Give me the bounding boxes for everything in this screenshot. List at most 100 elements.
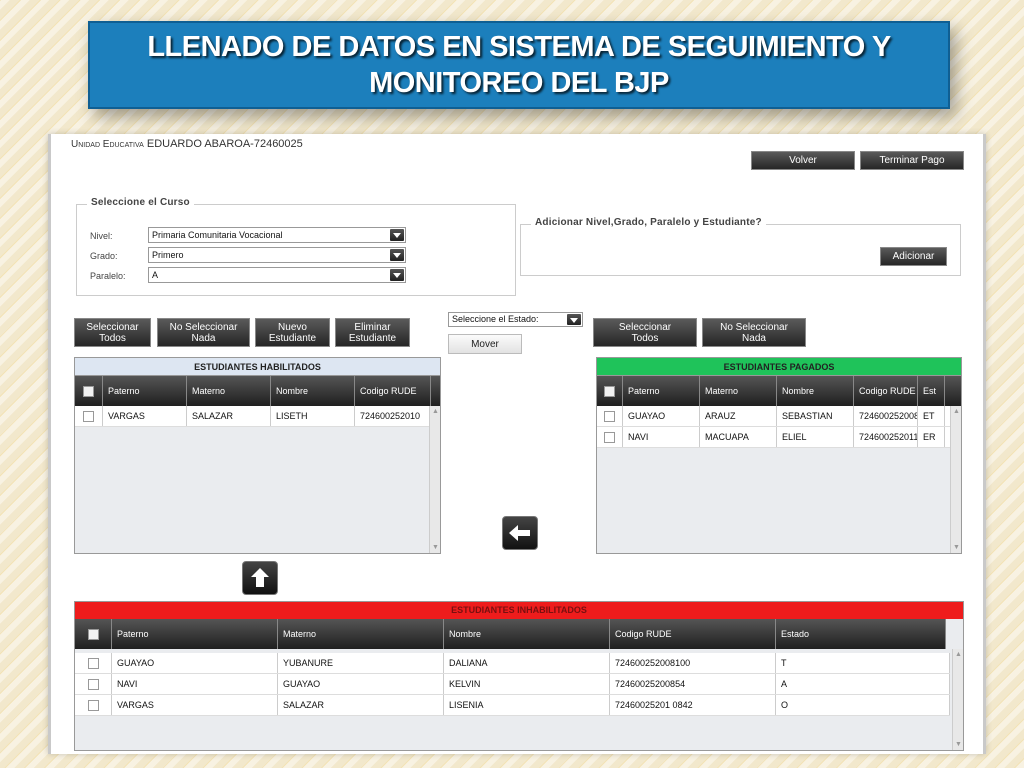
cell-codigo-rude: 724600252011 (854, 427, 918, 447)
checkbox-icon[interactable] (83, 385, 94, 397)
row-checkbox-cell[interactable] (597, 427, 623, 447)
nivel-select[interactable]: Primaria Comunitaria Vocacional (148, 227, 406, 243)
col-paterno[interactable]: Paterno (103, 376, 187, 406)
enabled-students-panel: ESTUDIANTES HABILITADOS Paterno Materno … (74, 357, 441, 554)
slide-title-line-2: MONITOREO DEL BJP (369, 67, 669, 99)
scroll-down-icon[interactable]: ▼ (955, 741, 962, 748)
col-materno[interactable]: Materno (278, 619, 444, 649)
new-student-line-1: Nuevo (278, 321, 307, 333)
enabled-table-scrollbar[interactable]: ▲ ▼ (429, 406, 440, 553)
arrow-left-icon (509, 525, 530, 541)
arrow-up-icon (251, 568, 269, 587)
table-row[interactable]: NAVI GUAYAO KELVIN 72460025200854 A (75, 674, 950, 695)
checkbox-icon[interactable] (604, 431, 615, 443)
chevron-down-icon[interactable] (390, 249, 404, 261)
finish-payment-button[interactable]: Terminar Pago (860, 151, 964, 170)
new-student-button[interactable]: Nuevo Estudiante (255, 318, 330, 347)
enabled-select-all-checkbox[interactable] (75, 376, 103, 406)
add-button[interactable]: Adicionar (880, 247, 947, 266)
paid-select-none-line-2: Nada (742, 332, 766, 344)
table-row[interactable]: GUAYAO YUBANURE DALIANA 724600252008100 … (75, 653, 950, 674)
col-estado[interactable]: Est (918, 376, 945, 406)
checkbox-icon[interactable] (87, 699, 99, 711)
col-estado[interactable]: Estado (776, 619, 946, 649)
estado-select[interactable]: Seleccione el Estado: (448, 312, 583, 327)
cell-codigo-rude: 72460025200854 (610, 674, 776, 694)
back-button[interactable]: Volver (751, 151, 855, 170)
row-checkbox-cell[interactable] (75, 653, 112, 673)
app-screenshot: Unidad Educativa EDUARDO ABAROA-72460025… (48, 134, 986, 754)
disabled-table-scrollbar[interactable]: ▲ ▼ (952, 649, 963, 750)
move-button[interactable]: Mover (448, 334, 522, 354)
row-checkbox-cell[interactable] (597, 406, 623, 426)
col-codigo-rude[interactable]: Codigo RUDE (610, 619, 776, 649)
cell-codigo-rude: 724600252008100 (610, 653, 776, 673)
cell-codigo-rude: 724600252010 (355, 406, 431, 426)
table-row[interactable]: VARGAS SALAZAR LISENIA 72460025201 0842 … (75, 695, 950, 716)
table-row[interactable]: GUAYAO ARAUZ SEBASTIAN 724600252008 ET (597, 406, 961, 427)
checkbox-icon[interactable] (87, 678, 99, 690)
col-materno[interactable]: Materno (187, 376, 271, 406)
col-materno[interactable]: Materno (700, 376, 777, 406)
scroll-up-icon[interactable]: ▲ (955, 651, 962, 658)
row-checkbox-cell[interactable] (75, 674, 112, 694)
scroll-up-icon[interactable]: ▲ (953, 408, 960, 415)
chevron-down-icon[interactable] (390, 229, 404, 241)
chevron-down-icon[interactable] (567, 314, 581, 325)
cell-nombre: LISETH (271, 406, 355, 426)
enabled-students-title: ESTUDIANTES HABILITADOS (75, 358, 440, 376)
paid-select-all-line-2: Todos (631, 332, 659, 344)
paralelo-value: A (152, 270, 159, 280)
select-none-line-2: Nada (191, 332, 216, 344)
cell-paterno: NAVI (112, 674, 278, 694)
checkbox-icon[interactable] (83, 410, 94, 422)
cell-estado: O (776, 695, 950, 715)
col-nombre[interactable]: Nombre (444, 619, 610, 649)
paid-select-all-checkbox[interactable] (597, 376, 623, 406)
cell-estado: ET (918, 406, 945, 426)
select-all-button[interactable]: Seleccionar Todos (74, 318, 151, 347)
select-none-button[interactable]: No Seleccionar Nada (157, 318, 250, 347)
table-row[interactable]: NAVI MACUAPA ELIEL 724600252011 ER (597, 427, 961, 448)
add-section: Adicionar Nivel,Grado, Paralelo y Estudi… (520, 217, 961, 276)
cell-materno: YUBANURE (278, 653, 444, 673)
col-nombre[interactable]: Nombre (271, 376, 355, 406)
paid-students-title: ESTUDIANTES PAGADOS (597, 358, 961, 376)
checkbox-icon[interactable] (604, 410, 615, 422)
table-row[interactable]: VARGAS SALAZAR LISETH 724600252010 (75, 406, 440, 427)
paralelo-select[interactable]: A (148, 267, 406, 283)
chevron-down-icon[interactable] (390, 269, 404, 281)
new-student-line-2: Estudiante (268, 332, 317, 344)
disabled-select-all-checkbox[interactable] (75, 619, 112, 649)
school-title: Unidad Educativa EDUARDO ABAROA-72460025 (71, 138, 303, 150)
scroll-down-icon[interactable]: ▼ (432, 544, 439, 551)
cell-estado: T (776, 653, 950, 673)
scroll-up-icon[interactable]: ▲ (432, 408, 439, 415)
move-up-button[interactable] (242, 561, 278, 595)
col-paterno[interactable]: Paterno (112, 619, 278, 649)
col-nombre[interactable]: Nombre (777, 376, 854, 406)
cell-estado: ER (918, 427, 945, 447)
col-paterno[interactable]: Paterno (623, 376, 700, 406)
select-none-line-1: No Seleccionar (169, 321, 238, 333)
cell-paterno: GUAYAO (112, 653, 278, 673)
delete-student-line-2: Estudiante (348, 332, 397, 344)
checkbox-icon[interactable] (87, 657, 99, 669)
checkbox-icon[interactable] (604, 385, 615, 397)
row-checkbox-cell[interactable] (75, 406, 103, 426)
row-checkbox-cell[interactable] (75, 695, 112, 715)
paid-table-scrollbar[interactable]: ▲ ▼ (950, 406, 961, 553)
grado-select[interactable]: Primero (148, 247, 406, 263)
move-left-button[interactable] (502, 516, 538, 550)
delete-student-button[interactable]: Eliminar Estudiante (335, 318, 410, 347)
paid-select-all-button[interactable]: Seleccionar Todos (593, 318, 697, 347)
paid-table-header: Paterno Materno Nombre Codigo RUDE Est (597, 376, 961, 406)
cell-nombre: DALIANA (444, 653, 610, 673)
cell-nombre: LISENIA (444, 695, 610, 715)
paid-select-none-button[interactable]: No Seleccionar Nada (702, 318, 806, 347)
col-codigo-rude[interactable]: Codigo RUDE (355, 376, 431, 406)
disabled-students-title: ESTUDIANTES INHABILITADOS (75, 602, 963, 619)
scroll-down-icon[interactable]: ▼ (953, 544, 960, 551)
col-codigo-rude[interactable]: Codigo RUDE (854, 376, 918, 406)
checkbox-icon[interactable] (87, 628, 99, 640)
